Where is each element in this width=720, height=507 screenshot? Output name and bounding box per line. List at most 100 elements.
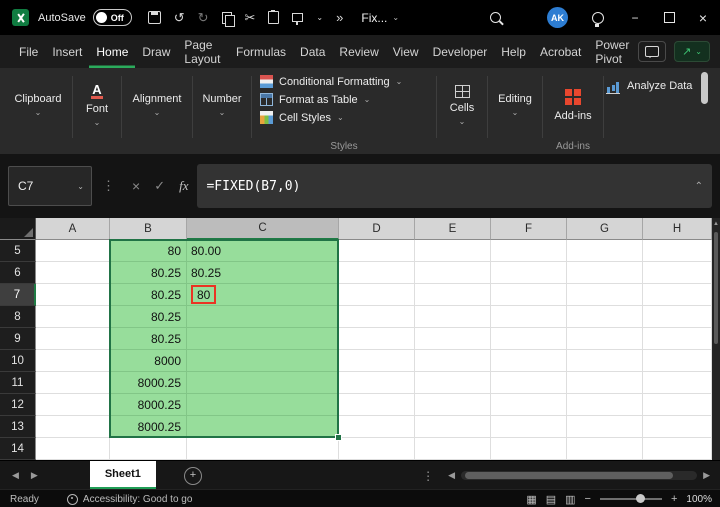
menu-item-formulas[interactable]: Formulas [229,35,293,68]
cell-B9[interactable]: 80.25 [110,328,187,350]
cell-F8[interactable] [491,306,567,328]
menu-item-insert[interactable]: Insert [45,35,89,68]
row-header-7[interactable]: 7 [0,284,36,306]
view-page-break-icon[interactable]: ▥ [565,493,575,506]
cell-C9[interactable] [187,328,339,350]
cell-E5[interactable] [415,240,491,262]
cell-D10[interactable] [339,350,415,372]
excel-logo-icon[interactable] [12,9,29,26]
row-header-14[interactable]: 14 [0,438,36,460]
cell-A7[interactable] [36,284,110,306]
maximize-button[interactable] [652,0,686,35]
ribbon-group-cells[interactable]: Cells ⌄ [439,68,485,154]
cell-F11[interactable] [491,372,567,394]
select-all-corner[interactable] [0,218,36,240]
horizontal-scroll-thumb[interactable] [465,472,673,479]
sheet-prev-icon[interactable]: ◀ [12,470,19,481]
cell-C6[interactable]: 80.25 [187,262,339,284]
cell-F14[interactable] [491,438,567,460]
column-header-C[interactable]: C [187,218,339,240]
cell-E13[interactable] [415,416,491,438]
cell-H14[interactable] [643,438,712,460]
ribbon-group-editing[interactable]: Editing ⌄ [490,68,540,154]
cell-D11[interactable] [339,372,415,394]
cell-B7[interactable]: 80.25 [110,284,187,306]
undo-icon[interactable]: ↺ [174,11,185,24]
insert-function-icon[interactable]: fx [179,178,188,194]
cell-E6[interactable] [415,262,491,284]
row-header-13[interactable]: 13 [0,416,36,438]
cell-A5[interactable] [36,240,110,262]
cell-C8[interactable] [187,306,339,328]
cell-H13[interactable] [643,416,712,438]
cell-E9[interactable] [415,328,491,350]
zoom-in-button[interactable]: + [671,493,677,505]
hscroll-left-icon[interactable]: ◀ [448,470,455,481]
cell-D6[interactable] [339,262,415,284]
cell-C11[interactable] [187,372,339,394]
cell-D12[interactable] [339,394,415,416]
row-header-8[interactable]: 8 [0,306,36,328]
cell-A14[interactable] [36,438,110,460]
zoom-slider[interactable] [600,498,662,500]
cell-H9[interactable] [643,328,712,350]
column-header-B[interactable]: B [110,218,187,240]
view-normal-icon[interactable]: ▦ [526,493,536,506]
cell-G14[interactable] [567,438,643,460]
row-header-6[interactable]: 6 [0,262,36,284]
cell-H7[interactable] [643,284,712,306]
menu-item-draw[interactable]: Draw [135,35,177,68]
tab-sheet1[interactable]: Sheet1 [90,461,156,490]
tab-options-icon[interactable]: ⋮ [422,469,434,483]
row-header-5[interactable]: 5 [0,240,36,262]
comments-button[interactable] [638,41,666,62]
row-header-11[interactable]: 11 [0,372,36,394]
vertical-scroll-thumb[interactable] [714,232,718,344]
ribbon-group-alignment[interactable]: Alignment ⌄ [124,68,190,154]
cell-H8[interactable] [643,306,712,328]
cell-D7[interactable] [339,284,415,306]
zoom-out-button[interactable]: − [585,493,591,505]
cell-A11[interactable] [36,372,110,394]
cell-C12[interactable] [187,394,339,416]
minimize-button[interactable]: − [618,0,652,35]
cell-H10[interactable] [643,350,712,372]
cell-E8[interactable] [415,306,491,328]
view-page-layout-icon[interactable]: ▤ [546,493,556,506]
cell-E14[interactable] [415,438,491,460]
cell-C10[interactable] [187,350,339,372]
column-header-A[interactable]: A [36,218,110,240]
cell-A8[interactable] [36,306,110,328]
cell-H5[interactable] [643,240,712,262]
row-header-12[interactable]: 12 [0,394,36,416]
menu-item-developer[interactable]: Developer [426,35,495,68]
cell-G10[interactable] [567,350,643,372]
save-icon[interactable] [148,11,161,24]
name-box[interactable]: C7 ⌄ [8,166,92,206]
cell-F6[interactable] [491,262,567,284]
cell-C14[interactable] [187,438,339,460]
row-header-9[interactable]: 9 [0,328,36,350]
cell-C13[interactable] [187,416,339,438]
zoom-level[interactable]: 100% [686,494,712,505]
qat-chevron-icon[interactable]: ⌄ [316,14,323,22]
cell-B13[interactable]: 8000.25 [110,416,187,438]
cell-A12[interactable] [36,394,110,416]
vertical-scrollbar[interactable]: ▲ [712,218,720,460]
cell-A10[interactable] [36,350,110,372]
ribbon-group-addins[interactable]: Add-ins Add-ins [545,68,601,154]
cell-B8[interactable]: 80.25 [110,306,187,328]
ribbon-group-number[interactable]: Number ⌄ [195,68,249,154]
sheet-next-icon[interactable]: ▶ [31,470,38,481]
cell-F10[interactable] [491,350,567,372]
menu-item-acrobat[interactable]: Acrobat [533,35,588,68]
format-painter-icon[interactable] [292,13,303,22]
cell-G6[interactable] [567,262,643,284]
cell-B12[interactable]: 8000.25 [110,394,187,416]
qat-overflow-icon[interactable]: » [336,11,343,24]
column-header-E[interactable]: E [415,218,491,240]
fill-handle[interactable] [335,434,342,441]
cell-A9[interactable] [36,328,110,350]
cell-E10[interactable] [415,350,491,372]
ribbon-scrollbar[interactable] [701,72,708,104]
